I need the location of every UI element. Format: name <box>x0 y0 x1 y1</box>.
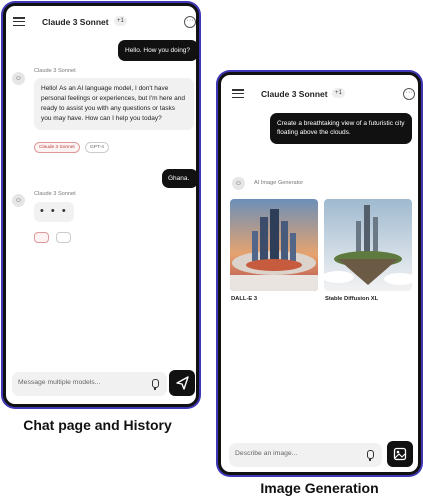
more-icon[interactable]: ··· <box>403 88 415 100</box>
model-chip-gpt4[interactable]: GPT-4 <box>85 142 109 153</box>
user-message: Hello. How you doing? <box>118 40 196 62</box>
bot-avatar-icon: ☺ <box>12 194 25 207</box>
menu-icon[interactable] <box>13 17 25 27</box>
bot-sender-name: Claude 3 Sonnet <box>34 68 76 74</box>
model-count-badge[interactable]: +1 <box>332 88 345 98</box>
image-generate-icon <box>393 447 407 461</box>
typing-indicator: • • • <box>34 202 74 222</box>
generator-label: AI Image Generator <box>254 180 304 186</box>
model-chip-claude[interactable]: Claude 3 Sonnet <box>34 142 80 153</box>
chat-phone-screen: Claude 3 Sonnet +1 ··· Hello. How you do… <box>3 3 199 407</box>
send-icon <box>176 376 189 390</box>
menu-icon[interactable] <box>232 89 244 99</box>
model-count-badge[interactable]: +1 <box>114 16 127 26</box>
floating-island-image <box>324 199 412 291</box>
generate-button[interactable] <box>387 441 413 467</box>
image-prompt-message: Create a breathtaking view of a futurist… <box>270 113 412 144</box>
message-input-placeholder: Message multiple models... <box>18 379 101 386</box>
chat-caption: Chat page and History <box>23 417 172 433</box>
image-input-placeholder: Describe an image... <box>235 450 298 457</box>
futuristic-city-image <box>230 199 318 291</box>
copy-icon[interactable] <box>56 232 71 243</box>
model-title[interactable]: Claude 3 Sonnet <box>261 89 328 99</box>
image-top-bar: Claude 3 Sonnet +1 ··· <box>221 75 418 105</box>
copy-icon[interactable] <box>34 232 49 243</box>
send-button[interactable] <box>169 370 195 396</box>
mic-icon[interactable] <box>367 450 374 461</box>
user-message: Ghana. <box>162 169 196 189</box>
image-prompt-input[interactable]: Describe an image... <box>229 443 382 467</box>
bot-avatar-icon: ☺ <box>232 177 245 190</box>
bot-sender-name: Claude 3 Sonnet <box>34 191 76 197</box>
image-label-dalle: DALL-E 3 <box>231 296 258 302</box>
image-label-sdxl: Stable Diffusion XL <box>325 296 379 302</box>
mic-icon[interactable] <box>152 379 159 390</box>
bot-message: Hello! As an AI language model, I don't … <box>34 78 194 131</box>
model-title[interactable]: Claude 3 Sonnet <box>42 17 109 27</box>
chat-top-bar: Claude 3 Sonnet +1 ··· <box>6 6 196 36</box>
generated-image-dalle[interactable] <box>230 199 318 291</box>
image-gen-caption: Image Generation <box>260 480 379 496</box>
generated-image-sdxl[interactable] <box>324 199 412 291</box>
more-icon[interactable]: ··· <box>184 16 196 28</box>
image-gen-phone-screen: Claude 3 Sonnet +1 ··· Create a breathta… <box>218 72 421 475</box>
message-input[interactable]: Message multiple models... <box>12 372 167 396</box>
bot-avatar-icon: ☺ <box>12 72 25 85</box>
